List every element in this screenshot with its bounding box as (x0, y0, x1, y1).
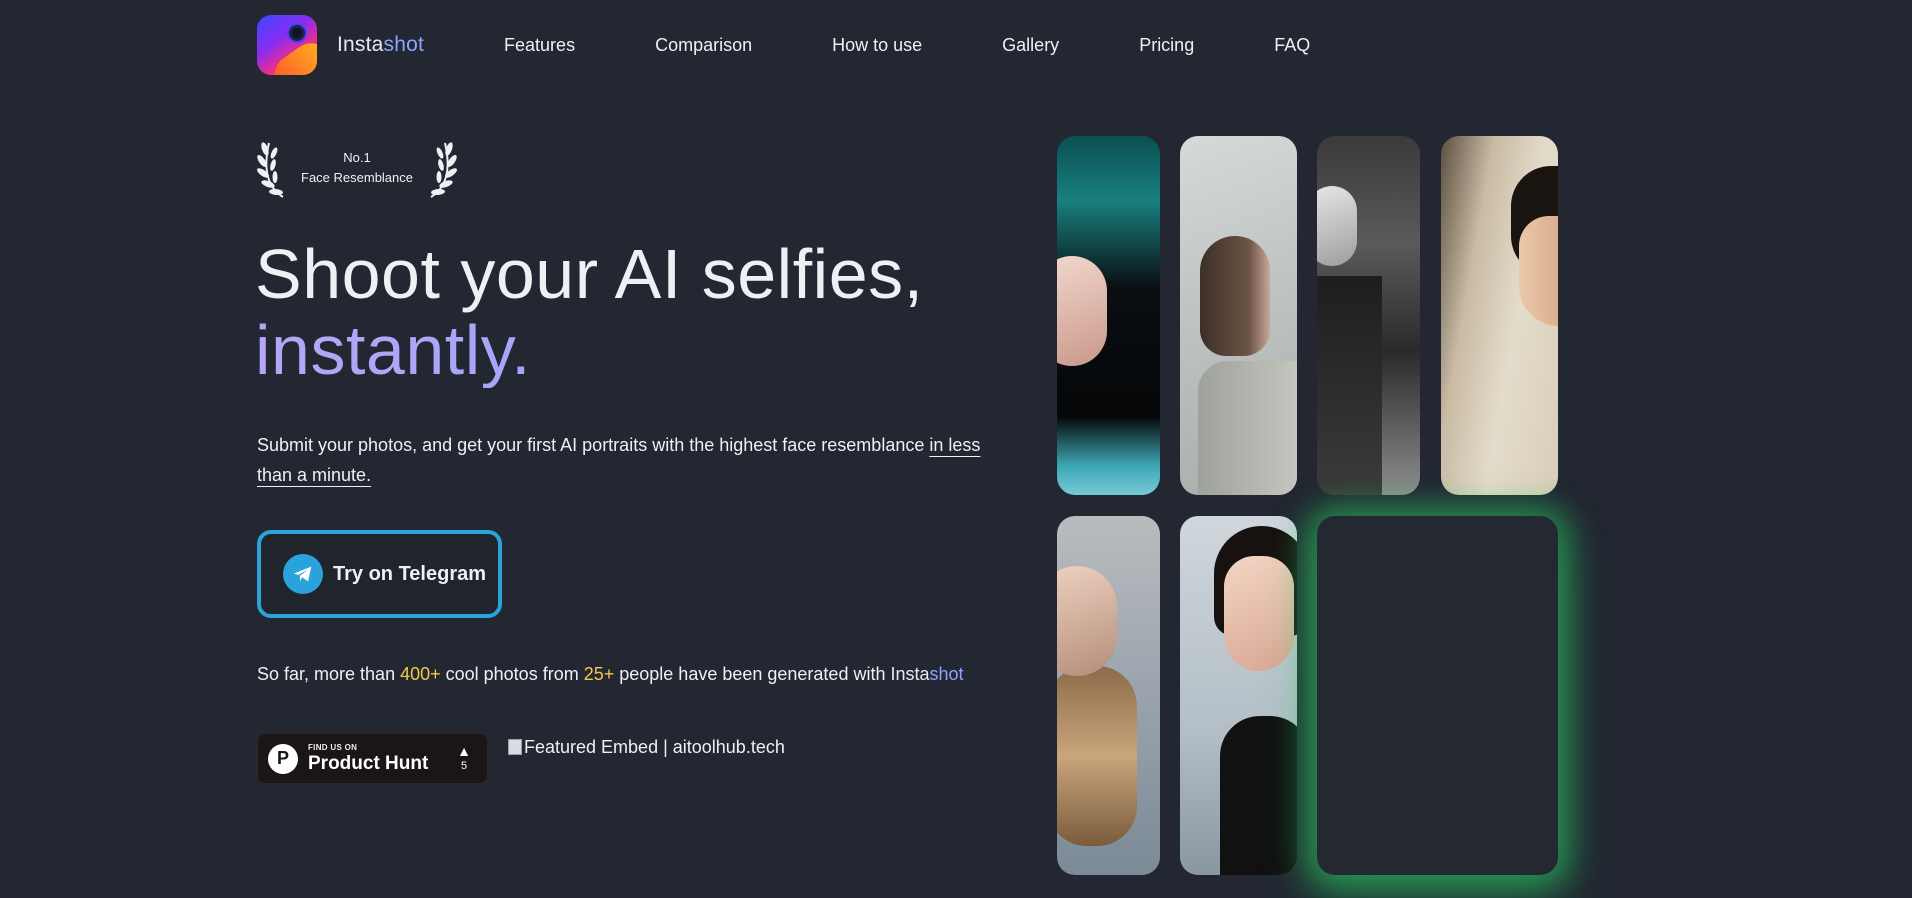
portrait-face (1519, 216, 1558, 326)
portrait-head (1200, 236, 1270, 356)
stats-brand-prefix: Insta (890, 664, 930, 684)
gallery-photo-3 (1317, 136, 1420, 495)
headline-line2: instantly. (255, 312, 924, 388)
nav-link-features[interactable]: Features (504, 35, 575, 56)
stats-middle: cool photos from (440, 664, 584, 684)
hero-headline: Shoot your AI selfies, instantly. (255, 236, 924, 388)
try-on-telegram-button[interactable]: Try on Telegram (257, 530, 502, 618)
portrait-face (1317, 186, 1357, 266)
stats-suffix: people have been generated with (614, 664, 891, 684)
featured-embed-image[interactable]: Featured Embed | aitoolhub.tech (508, 737, 785, 758)
generation-stats: So far, more than 400+ cool photos from … (257, 664, 964, 685)
instashot-logo[interactable] (257, 15, 317, 75)
laurel-left-icon (257, 142, 284, 198)
product-hunt-big: Product Hunt (308, 753, 429, 774)
award-line2: Face Resemblance (301, 170, 413, 185)
hero-subtitle: Submit your photos, and get your first A… (257, 430, 987, 490)
telegram-plane-icon (283, 554, 323, 594)
gallery-photo-placeholder (1317, 516, 1558, 875)
portrait-body (1317, 276, 1382, 495)
gallery-photo-4 (1441, 136, 1558, 495)
subtitle-text: Submit your photos, and get your first A… (257, 435, 930, 455)
award-badge: No.1 Face Resemblance (257, 134, 457, 202)
product-hunt-votes: ▲ 5 (457, 744, 471, 774)
brand-prefix: Insta (337, 33, 384, 56)
portrait-dress (1220, 716, 1297, 875)
brand-name[interactable]: Instashot (337, 33, 424, 57)
portrait-face (1224, 556, 1294, 671)
portrait-face (1057, 566, 1117, 676)
gallery-photo-5 (1057, 516, 1160, 875)
portrait-face (1057, 256, 1107, 366)
stats-photos-count: 400+ (400, 664, 441, 684)
upvote-triangle-icon: ▲ (457, 743, 471, 759)
product-hunt-text: FIND US ON Product Hunt (308, 743, 429, 774)
gallery-photo-6 (1180, 516, 1297, 875)
stats-brand: Instashot (890, 664, 963, 684)
nav-links: Features Comparison How to use Gallery P… (504, 35, 1310, 56)
headline-line1: Shoot your AI selfies, (255, 235, 924, 313)
portrait-coat (1198, 361, 1297, 495)
stats-people-count: 25+ (583, 664, 615, 684)
laurel-right-icon (430, 142, 457, 198)
nav-link-faq[interactable]: FAQ (1274, 35, 1310, 56)
stats-prefix: So far, more than (257, 664, 401, 684)
nav-link-how-to-use[interactable]: How to use (832, 35, 922, 56)
product-hunt-vote-count: 5 (461, 760, 468, 772)
nav-link-gallery[interactable]: Gallery (1002, 35, 1059, 56)
nav-link-pricing[interactable]: Pricing (1139, 35, 1194, 56)
stats-brand-accent: shot (929, 664, 964, 684)
product-hunt-logo-icon: P (268, 743, 298, 774)
product-hunt-badge[interactable]: P FIND US ON Product Hunt ▲ 5 (257, 733, 488, 784)
featured-alt-text: Featured Embed | aitoolhub.tech (524, 737, 785, 757)
camera-lens-icon (289, 25, 305, 41)
award-text: No.1 Face Resemblance (301, 148, 413, 188)
nav-link-comparison[interactable]: Comparison (655, 35, 752, 56)
broken-image-icon (508, 739, 522, 755)
top-nav: Instashot Features Comparison How to use… (257, 14, 1310, 76)
product-hunt-small: FIND US ON (308, 743, 358, 752)
portrait-hair (1057, 666, 1137, 846)
award-line1: No.1 (343, 150, 371, 165)
brand-accent: shot (383, 33, 425, 56)
gallery-photo-1 (1057, 136, 1160, 495)
telegram-button-label: Try on Telegram (333, 562, 487, 585)
gallery-photo-2 (1180, 136, 1297, 495)
